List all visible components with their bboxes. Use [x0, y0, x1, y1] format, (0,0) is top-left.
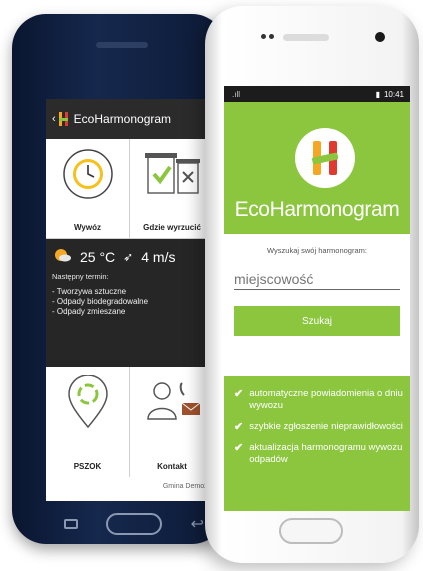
back-icon[interactable]: ↩	[191, 514, 204, 534]
tile-wywoz[interactable]: Wywóz	[46, 139, 130, 238]
list-item: - Odpady biodegradowalne	[52, 297, 149, 306]
search-button[interactable]: Szukaj	[234, 306, 400, 336]
wind-speed: 4 m/s	[141, 248, 176, 265]
list-item: ✔ aktualizacja harmonogramu wywozu odpadó…	[234, 442, 406, 466]
back-nav-bar: ↩	[64, 510, 204, 538]
promo-stage: ‹ EcoHarmonogram Wywóz Gdzie wyrzucić 25…	[0, 0, 423, 571]
home-button[interactable]	[106, 513, 163, 535]
list-item: - Odpady zmieszane	[52, 307, 126, 316]
home-button[interactable]	[279, 518, 343, 544]
tile-label: PSZOK	[73, 462, 102, 471]
list-item: - Tworzywa sztuczne	[52, 287, 127, 296]
waste-list: - Tworzywa sztuczne - Odpady biodegradow…	[52, 287, 208, 317]
tile-label: Gdzie wyrzucić	[143, 223, 201, 232]
search-card: Wyszukaj swój harmonogram: Szukaj	[224, 234, 410, 376]
tile-gdzie-wyrzucic[interactable]: Gdzie wyrzucić	[130, 139, 214, 238]
signal-icon: .ıll	[232, 89, 240, 99]
trash-bins-icon	[140, 147, 204, 203]
next-date-label: Następny termin:	[52, 272, 109, 281]
tile-grid-top: Wywóz Gdzie wyrzucić	[46, 139, 214, 239]
earpiece	[283, 34, 329, 41]
list-item: ✔ szybkie zgłoszenie nieprawidłowości	[234, 421, 406, 433]
tile-label: Kontakt	[157, 462, 187, 471]
tile-label: Wywóz	[74, 223, 101, 232]
back-phone: ‹ EcoHarmonogram Wywóz Gdzie wyrzucić 25…	[12, 14, 226, 544]
camera-icon	[375, 32, 385, 42]
back-phone-screen: ‹ EcoHarmonogram Wywóz Gdzie wyrzucić 25…	[46, 99, 214, 501]
front-phone: .ıll ▮ 10:41 EcoHarmonogram Wyszukaj swó…	[205, 6, 419, 563]
sun-cloud-icon	[52, 247, 72, 266]
sensor-dots	[261, 34, 275, 41]
feature-text: aktualizacja harmonogramu wywozu odpadów	[249, 442, 403, 465]
tile-kontakt[interactable]: Kontakt	[130, 367, 214, 477]
feature-text: automatyczne powiadomienia o dniu wywozu	[249, 388, 403, 411]
list-item: ✔ automatyczne powiadomienia o dniu wywoz…	[234, 388, 406, 412]
wind-icon: ➶	[123, 249, 134, 264]
app-name: EcoHarmonogram	[234, 198, 400, 221]
recycle-location-icon	[65, 374, 111, 433]
feature-list: ✔ automatyczne powiadomienia o dniu wywoz…	[234, 388, 406, 475]
check-icon: ✔	[234, 388, 244, 400]
clock-icon	[61, 147, 115, 203]
app-logo-icon	[58, 111, 70, 127]
app-title: EcoHarmonogram	[73, 112, 172, 126]
status-bar: .ıll ▮ 10:41	[224, 86, 410, 102]
clock-time: 10:41	[383, 89, 404, 99]
search-label: Wyszukaj swój harmonogram:	[267, 246, 367, 255]
front-phone-screen: .ıll ▮ 10:41 EcoHarmonogram Wyszukaj swó…	[224, 86, 410, 511]
battery-icon: ▮	[375, 89, 380, 99]
check-icon: ✔	[234, 421, 244, 433]
city-search-input[interactable]	[234, 269, 400, 290]
app-logo-icon	[295, 128, 355, 188]
contact-person-icon	[140, 375, 204, 433]
recent-apps-icon[interactable]	[64, 519, 78, 529]
tile-pszok[interactable]: PSZOK	[46, 367, 130, 477]
check-icon: ✔	[234, 442, 244, 454]
weather-panel: 25 °C ➶ 4 m/s Następny termin: - Tworzyw…	[46, 239, 214, 367]
back-arrow-icon[interactable]: ‹	[52, 113, 56, 125]
app-bar: ‹ EcoHarmonogram	[46, 99, 214, 139]
tile-grid-bottom: PSZOK Kontakt	[46, 367, 214, 477]
temperature: 25 °C	[80, 248, 116, 265]
earpiece	[96, 42, 148, 48]
feature-text: szybkie zgłoszenie nieprawidłowości	[249, 421, 403, 432]
footer-text: Gmina Demo2	[162, 483, 208, 490]
